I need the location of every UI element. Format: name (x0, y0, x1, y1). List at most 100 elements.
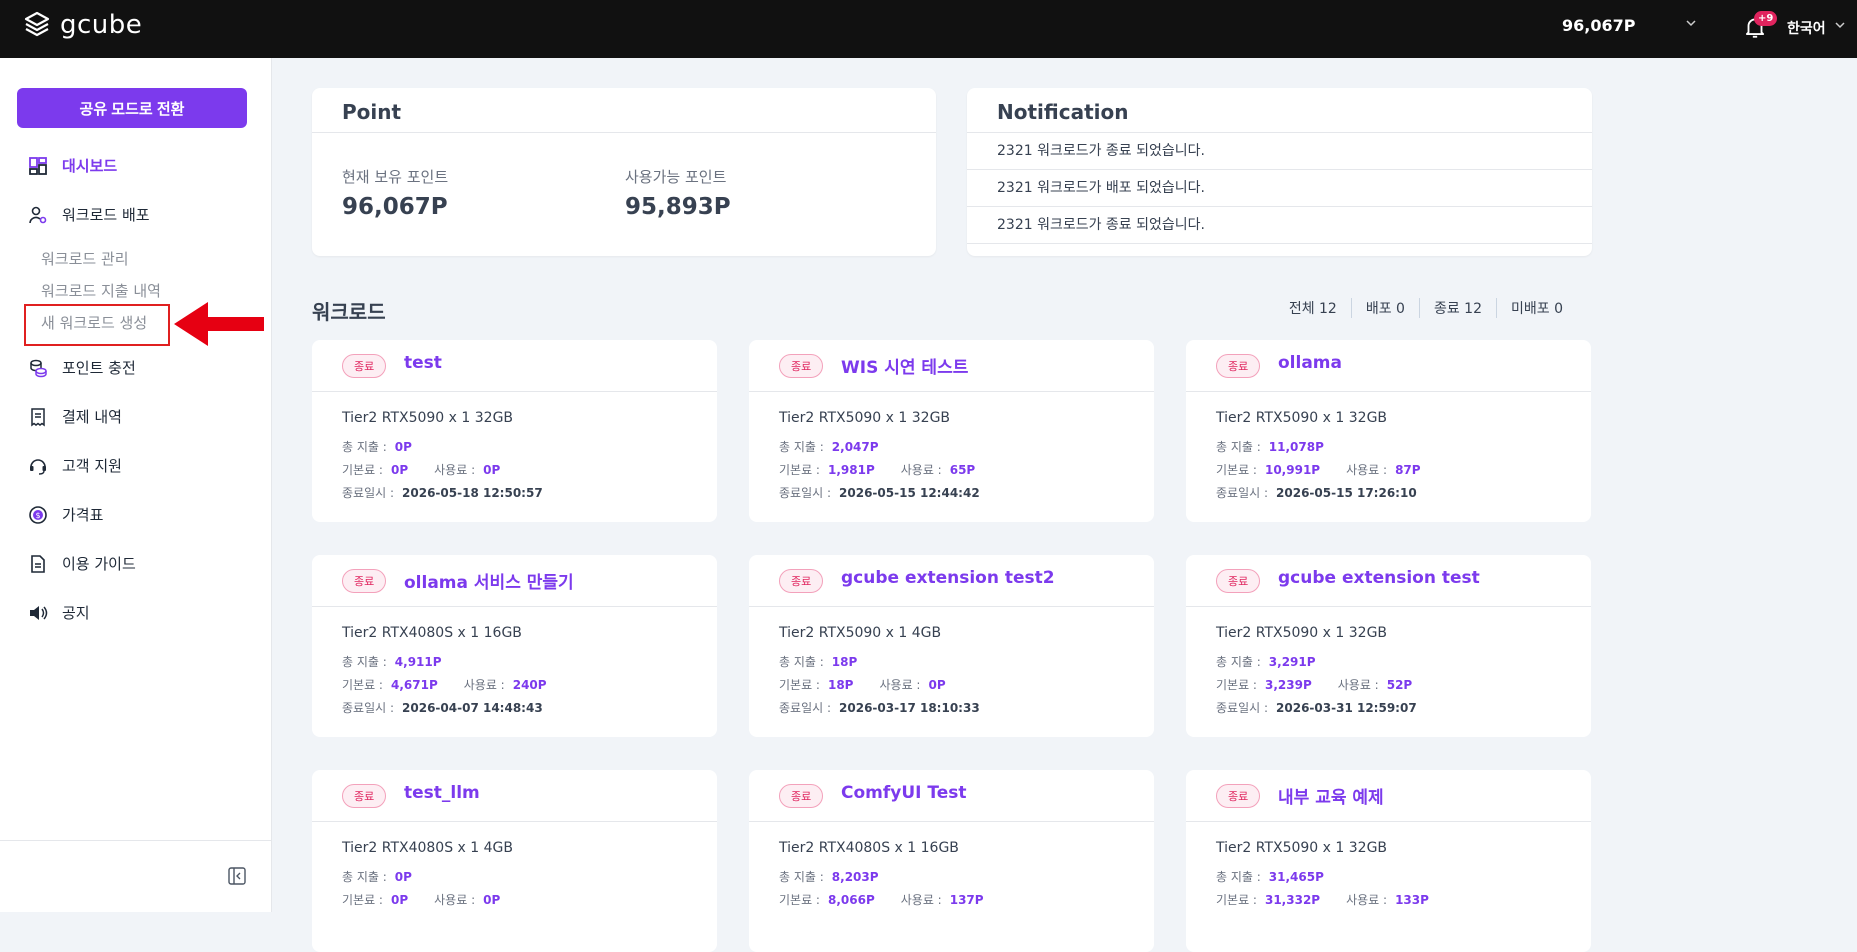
total-label: 총 지출 : (779, 440, 824, 454)
workload-name-link[interactable]: 내부 교육 예제 (1278, 783, 1384, 808)
end-label: 종료일시 : (779, 701, 832, 715)
workload-card[interactable]: 종료 test Tier2 RTX5090 x 1 32GB 총 지출 :0P … (312, 340, 717, 522)
base-label: 기본료 : (342, 678, 383, 692)
sidebar-item-notice[interactable]: 공지 (28, 602, 90, 623)
total-label: 총 지출 : (1216, 440, 1261, 454)
gcube-logo[interactable]: gcube (22, 10, 142, 40)
filter-deployed[interactable]: 배포 0 (1350, 298, 1419, 318)
base-value: 0P (390, 893, 409, 907)
available-points-label: 사용가능 포인트 (625, 168, 727, 186)
workload-name-link[interactable]: test_llm (404, 783, 480, 803)
sidebar-footer-divider (0, 840, 272, 841)
workload-card[interactable]: 종료 gcube extension test Tier2 RTX5090 x … (1186, 555, 1591, 737)
end-time-row: 종료일시 : 2026-05-15 12:44:42 (779, 484, 980, 501)
sidebar-item-workload-deploy[interactable]: 워크로드 배포 (28, 204, 150, 225)
total-spend-row: 총 지출 : 18P (779, 653, 857, 670)
total-label: 총 지출 : (779, 870, 824, 884)
usage-label: 사용료 : (879, 678, 921, 692)
gpu-spec: Tier2 RTX5090 x 1 32GB (779, 410, 951, 426)
workload-card[interactable]: 종료 gcube extension test2 Tier2 RTX5090 x… (749, 555, 1154, 737)
usage-label: 사용료 : (1337, 678, 1379, 692)
gpu-spec: Tier2 RTX5090 x 1 32GB (1216, 410, 1388, 426)
gpu-spec: Tier2 RTX4080S x 1 4GB (342, 840, 514, 856)
fee-row: 기본료 : 4,671P 사용료 : 240P (342, 676, 547, 693)
base-label: 기본료 : (1216, 463, 1257, 477)
gpu-spec: Tier2 RTX5090 x 1 32GB (1216, 625, 1388, 641)
status-badge: 종료 (779, 569, 824, 593)
sidebar-item-label: 이용 가이드 (62, 555, 136, 573)
notification-item[interactable]: 2321 워크로드가 종료 되었습니다. (967, 207, 1592, 244)
document-icon (28, 554, 48, 574)
sidebar-item-support[interactable]: 고객 지원 (28, 455, 122, 476)
language-selector[interactable]: 한국어 (1787, 18, 1826, 38)
sidebar-item-label: 포인트 충전 (62, 359, 136, 377)
end-value: 2026-05-15 12:44:42 (839, 486, 980, 500)
gpu-spec: Tier2 RTX5090 x 1 32GB (1216, 840, 1388, 856)
notification-item[interactable]: 2321 워크로드가 종료 되었습니다. (967, 133, 1592, 170)
end-value: 2026-05-15 17:26:10 (1276, 486, 1417, 500)
usage-value: 87P (1395, 463, 1421, 477)
workload-name-link[interactable]: WIS 시연 테스트 (841, 353, 968, 378)
workload-name-link[interactable]: gcube extension test (1278, 568, 1480, 588)
chevron-down-icon[interactable] (1834, 20, 1846, 30)
workload-card[interactable]: 종료 ollama 서비스 만들기 Tier2 RTX4080S x 1 16G… (312, 555, 717, 737)
workload-name-link[interactable]: ollama (1278, 353, 1342, 373)
base-value: 3,239P (1264, 678, 1312, 692)
highlight-box (24, 304, 170, 346)
sidebar-subitem-workload-spending[interactable]: 워크로드 지출 내역 (41, 280, 161, 301)
header-points[interactable]: 96,067P (1562, 16, 1635, 35)
workload-card[interactable]: 종료 내부 교육 예제 Tier2 RTX5090 x 1 32GB 총 지출 … (1186, 770, 1591, 952)
base-label: 기본료 : (779, 463, 820, 477)
total-value: 0P (394, 870, 412, 884)
workload-card[interactable]: 종료 WIS 시연 테스트 Tier2 RTX5090 x 1 32GB 총 지… (749, 340, 1154, 522)
workload-card[interactable]: 종료 test_llm Tier2 RTX4080S x 1 4GB 총 지출 … (312, 770, 717, 952)
workload-name-link[interactable]: test (404, 353, 442, 373)
gpu-spec: Tier2 RTX5090 x 1 4GB (779, 625, 942, 641)
total-label: 총 지출 : (1216, 655, 1261, 669)
card-header: 종료 WIS 시연 테스트 (749, 340, 1154, 392)
filter-all[interactable]: 전체 12 (1275, 298, 1351, 318)
usage-value: 52P (1386, 678, 1413, 692)
sidebar-item-pricing[interactable]: $ 가격표 (28, 504, 103, 525)
end-value: 2026-03-31 12:59:07 (1276, 701, 1417, 715)
user-deploy-icon (28, 205, 48, 225)
workload-card[interactable]: 종료 ComfyUI Test Tier2 RTX4080S x 1 16GB … (749, 770, 1154, 952)
status-badge: 종료 (1216, 784, 1261, 808)
share-mode-button[interactable]: 공유 모드로 전환 (17, 88, 247, 128)
total-spend-row: 총 지출 : 3,291P (1216, 653, 1316, 670)
usage-label: 사용료 : (434, 463, 476, 477)
card-header: 종료 ollama 서비스 만들기 (312, 555, 717, 607)
workload-name-link[interactable]: gcube extension test2 (841, 568, 1055, 588)
notification-panel-title: Notification (997, 100, 1129, 124)
chevron-down-icon[interactable] (1685, 18, 1697, 28)
usage-label: 사용료 : (1346, 893, 1388, 907)
status-badge: 종료 (342, 354, 387, 378)
workload-name-link[interactable]: ComfyUI Test (841, 783, 967, 803)
sidebar-item-label: 워크로드 배포 (62, 206, 150, 224)
usage-label: 사용료 : (434, 893, 476, 907)
notification-item[interactable]: 2321 워크로드가 배포 되었습니다. (967, 170, 1592, 207)
usage-value: 0P (483, 893, 501, 907)
fee-row: 기본료 : 31,332P 사용료 : 133P (1216, 891, 1429, 908)
svg-text:$: $ (35, 511, 40, 520)
filter-undeployed[interactable]: 미배포 0 (1496, 298, 1577, 318)
base-label: 기본료 : (779, 893, 820, 907)
sidebar-collapse-icon[interactable] (228, 867, 246, 885)
workload-name-link[interactable]: ollama 서비스 만들기 (404, 568, 574, 593)
workload-card[interactable]: 종료 ollama Tier2 RTX5090 x 1 32GB 총 지출 :1… (1186, 340, 1591, 522)
usage-value: 240P (512, 678, 547, 692)
headset-icon (28, 456, 48, 476)
base-value: 1,981P (827, 463, 875, 477)
fee-row: 기본료 : 18P 사용료 : 0P (779, 676, 946, 693)
end-label: 종료일시 : (1216, 486, 1269, 500)
sidebar-item-dashboard[interactable]: 대시보드 (28, 155, 117, 176)
base-label: 기본료 : (342, 893, 383, 907)
sidebar-item-point-charge[interactable]: 포인트 충전 (28, 357, 136, 378)
sidebar-subitem-workload-manage[interactable]: 워크로드 관리 (41, 248, 129, 269)
usage-label: 사용료 : (1346, 463, 1388, 477)
sidebar-item-payment-history[interactable]: 결제 내역 (28, 406, 122, 427)
filter-terminated[interactable]: 종료 12 (1418, 298, 1496, 318)
sidebar-item-label: 대시보드 (62, 157, 118, 175)
sidebar-item-guide[interactable]: 이용 가이드 (28, 553, 136, 574)
point-panel-title: Point (342, 100, 402, 124)
